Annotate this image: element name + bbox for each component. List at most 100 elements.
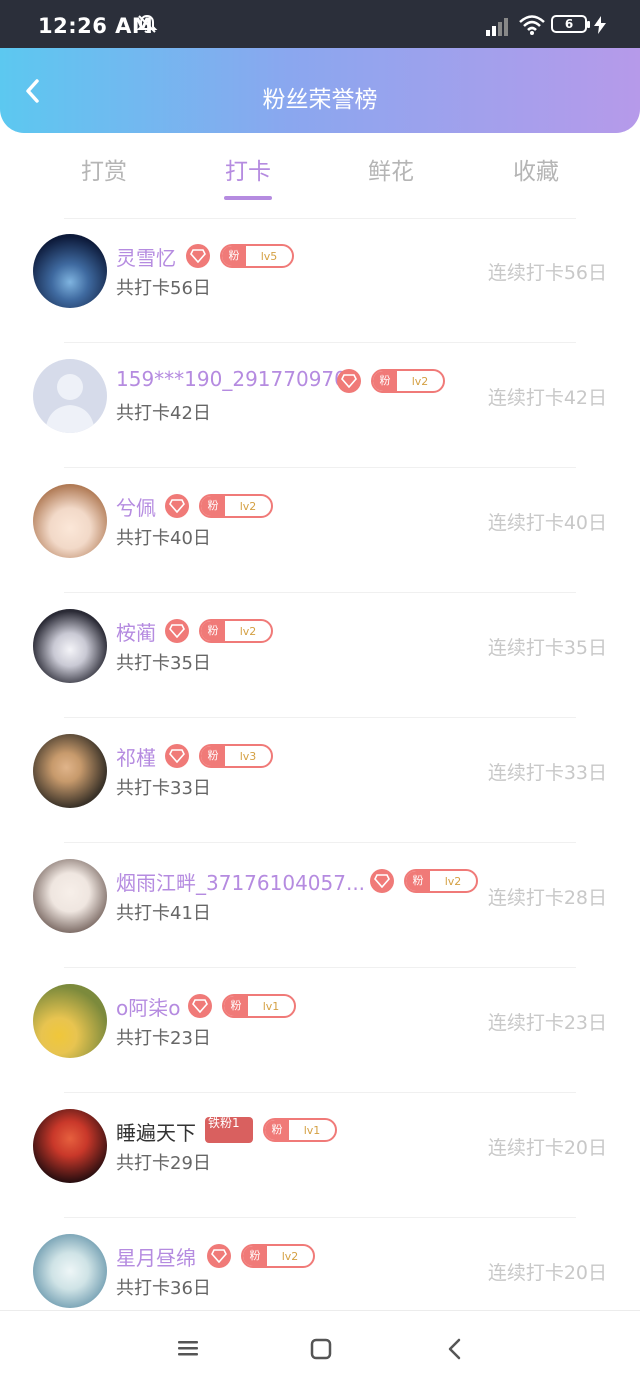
badge-group: 粉 lv5: [186, 244, 294, 268]
total-checkins: 共打卡42日: [116, 403, 211, 424]
fan-level: lv2: [411, 374, 429, 388]
list-item[interactable]: 烟雨江畔_37176104057... 粉 lv2 共打卡41日 连续打卡28日: [0, 843, 640, 968]
wifi-icon: [519, 15, 545, 35]
avatar: [33, 1109, 107, 1183]
fan-label: 粉: [265, 1120, 289, 1140]
streak-days: 连续打卡28日: [487, 887, 607, 909]
fan-level-badge: 粉 lv2: [199, 619, 273, 643]
fan-name: o阿柒o: [116, 996, 181, 1020]
header-bar: 粉丝荣誉榜: [0, 48, 640, 133]
avatar: [33, 609, 107, 683]
total-checkins: 共打卡33日: [116, 778, 211, 799]
status-bar: 12:26 AM 6: [0, 0, 640, 48]
total-checkins: 共打卡41日: [116, 903, 211, 924]
fan-level: lv2: [239, 499, 257, 513]
gem-icon: [165, 744, 189, 768]
avatar: [33, 1234, 107, 1308]
tab-label: 鲜花: [368, 159, 414, 185]
fan-level-badge: 粉 lv1: [263, 1118, 337, 1142]
fan-level-badge: 粉 lv3: [199, 744, 273, 768]
badge-group: 粉 lv2: [207, 1244, 315, 1268]
fan-level-badge: 粉 lv2: [241, 1244, 315, 1268]
streak-days: 连续打卡40日: [487, 512, 607, 534]
badge-group: 铁粉1 粉 lv1: [205, 1117, 337, 1143]
fan-level: lv1: [303, 1123, 321, 1137]
fan-label: 粉: [406, 871, 430, 891]
gem-icon: [370, 869, 394, 893]
charging-icon: [594, 16, 606, 34]
fan-name: 烟雨江畔_37176104057...: [116, 871, 366, 895]
total-checkins: 共打卡29日: [116, 1153, 211, 1174]
avatar: [33, 234, 107, 308]
list-item[interactable]: 睡遍天下 铁粉1 粉 lv1 共打卡29日 连续打卡20日: [0, 1093, 640, 1218]
battery-icon: 6: [551, 15, 590, 33]
badge-group: 粉 lv1: [188, 994, 296, 1018]
tab-bar: 打赏 打卡 鲜花 收藏: [0, 148, 640, 204]
tab-active-indicator: [224, 196, 272, 200]
fan-level-badge: 粉 lv1: [222, 994, 296, 1018]
gem-icon: [207, 1244, 231, 1268]
fan-label: 粉: [201, 621, 225, 641]
fan-name: 祁槿: [116, 746, 156, 770]
tab-label: 收藏: [513, 159, 559, 185]
fan-level: lv2: [281, 1249, 299, 1263]
tab-label: 打卡: [225, 159, 271, 185]
default-avatar-icon: [45, 374, 95, 433]
total-checkins: 共打卡56日: [116, 278, 211, 299]
list-item[interactable]: 灵雪忆 粉 lv5 共打卡56日 连续打卡56日: [0, 218, 640, 343]
avatar: [33, 734, 107, 808]
avatar: [33, 484, 107, 558]
streak-days: 连续打卡33日: [487, 762, 607, 784]
streak-days: 连续打卡20日: [487, 1137, 607, 1159]
badge-group: 粉 lv2: [165, 494, 273, 518]
fan-label: 粉: [222, 246, 246, 266]
fan-label: 粉: [201, 746, 225, 766]
badge-group: 粉 lv3: [165, 744, 273, 768]
menu-icon[interactable]: [177, 1338, 199, 1358]
gem-icon: [186, 244, 210, 268]
avatar: [33, 359, 107, 433]
fan-name: 桉蔺: [116, 621, 156, 645]
fan-name: 星月昼绵: [116, 1246, 196, 1270]
tab-flowers[interactable]: 鲜花: [341, 152, 441, 186]
streak-days: 连续打卡42日: [487, 387, 607, 409]
tab-label: 打赏: [81, 159, 127, 185]
avatar: [33, 859, 107, 933]
list-item[interactable]: 桉蔺 粉 lv2 共打卡35日 连续打卡35日: [0, 593, 640, 718]
streak-days: 连续打卡20日: [487, 1262, 607, 1284]
fan-level-badge: 粉 lv2: [371, 369, 445, 393]
page-title: 粉丝荣誉榜: [262, 87, 378, 113]
fan-level: lv1: [262, 999, 280, 1013]
fan-name: 睡遍天下: [116, 1121, 196, 1145]
home-icon[interactable]: [310, 1338, 332, 1360]
badge-group: 粉 lv2: [370, 869, 478, 893]
list-item[interactable]: 祁槿 粉 lv3 共打卡33日 连续打卡33日: [0, 718, 640, 843]
streak-days: 连续打卡56日: [487, 262, 607, 284]
fan-label: 粉: [224, 996, 248, 1016]
fan-name: 159***190_291770970: [116, 367, 347, 391]
total-checkins: 共打卡40日: [116, 528, 211, 549]
list-item[interactable]: 兮佩 粉 lv2 共打卡40日 连续打卡40日: [0, 468, 640, 593]
fan-level: lv2: [239, 624, 257, 638]
list-item[interactable]: o阿柒o 粉 lv1 共打卡23日 连续打卡23日: [0, 968, 640, 1093]
badge-group: 粉 lv2: [165, 619, 273, 643]
system-nav-bar: [0, 1310, 640, 1388]
bell-off-icon: [136, 14, 158, 33]
badge-group: 粉 lv2: [337, 369, 445, 393]
signal-icon: [486, 18, 508, 36]
list-item[interactable]: 159***190_291770970 粉 lv2 共打卡42日 连续打卡42日: [0, 343, 640, 468]
tab-reward[interactable]: 打赏: [54, 152, 154, 186]
fan-level: lv5: [260, 249, 278, 263]
iron-fan-badge: 铁粉1: [205, 1117, 253, 1143]
streak-days: 连续打卡35日: [487, 637, 607, 659]
tab-checkin[interactable]: 打卡: [198, 152, 298, 200]
gem-icon: [188, 994, 212, 1018]
total-checkins: 共打卡35日: [116, 653, 211, 674]
fan-label: 粉: [243, 1246, 267, 1266]
back-nav-icon[interactable]: [446, 1338, 464, 1360]
streak-days: 连续打卡23日: [487, 1012, 607, 1034]
tab-favorites[interactable]: 收藏: [486, 152, 586, 186]
fan-label: 粉: [201, 496, 225, 516]
fan-name: 灵雪忆: [116, 246, 176, 270]
total-checkins: 共打卡23日: [116, 1028, 211, 1049]
